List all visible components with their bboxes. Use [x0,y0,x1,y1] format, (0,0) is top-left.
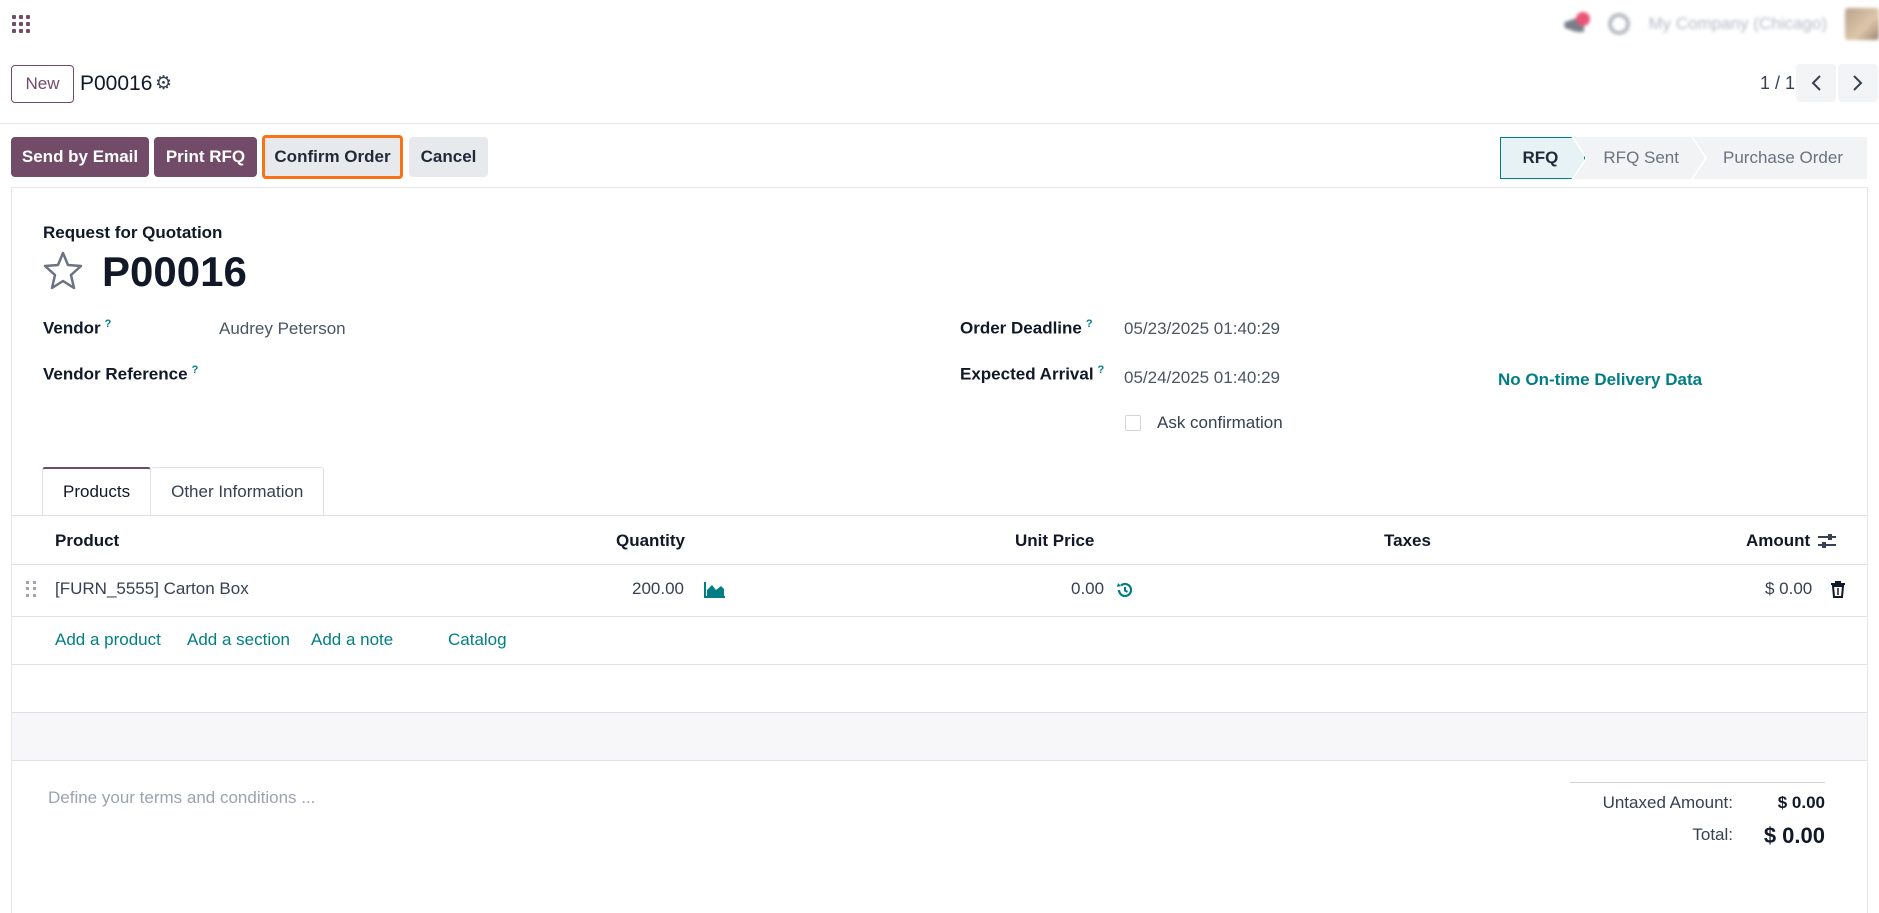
breadcrumb-record-name: P00016 [80,72,153,95]
help-tooltip-icon[interactable]: ? [192,364,199,376]
terms-and-conditions-field[interactable]: Define your terms and conditions ... [48,788,315,808]
form-sheet: Request for Quotation P00016 Vendor? Aud… [11,187,1868,913]
expected-arrival-field[interactable]: 05/24/2025 01:40:29 [1124,368,1280,388]
totals-summary: Untaxed Amount: $ 0.00 Total: $ 0.00 [1570,782,1825,848]
new-button[interactable]: New [11,65,74,103]
empty-row [12,713,1867,761]
stage-rfq[interactable]: RFQ [1500,137,1586,179]
help-tooltip-icon[interactable]: ? [105,318,112,330]
record-name: P00016 [102,248,247,295]
chevron-left-icon [1811,75,1821,91]
forecast-chart-icon[interactable] [704,581,726,599]
untaxed-amount-label: Untaxed Amount: [1602,793,1733,812]
control-panel: New P00016 ⚙ 1 / 1 [0,48,1879,124]
chevron-right-icon [1853,75,1863,91]
company-switcher[interactable]: My Company (Chicago) [1648,14,1827,34]
order-lines-table: Product Quantity Unit Price Taxes Amount… [12,515,1867,761]
ask-confirmation-checkbox[interactable] [1125,415,1141,431]
header-product[interactable]: Product [55,531,119,551]
untaxed-amount-value: $ 0.00 [1777,793,1825,812]
order-deadline-field[interactable]: 05/23/2025 01:40:29 [1124,319,1280,339]
cell-unit-price[interactable]: 0.00 [1071,579,1104,599]
user-avatar[interactable] [1845,8,1879,40]
top-navbar: My Company (Chicago) [0,0,1879,48]
cell-amount: $ 0.00 [1765,579,1813,598]
total-label: Total: [1692,825,1733,844]
print-rfq-button[interactable]: Print RFQ [154,137,257,177]
optional-columns-icon[interactable] [1817,532,1837,550]
untaxed-amount-row: Untaxed Amount: $ 0.00 [1570,783,1825,815]
vendor-reference-label: Vendor Reference? [43,364,199,384]
add-note-link[interactable]: Add a note [311,630,393,650]
header-unit-price[interactable]: Unit Price [1015,531,1094,551]
trash-icon[interactable] [1830,580,1846,598]
confirm-order-button[interactable]: Confirm Order [262,135,403,179]
price-history-icon[interactable] [1115,580,1135,600]
add-product-link[interactable]: Add a product [55,630,161,650]
status-stages: RFQ RFQ Sent Purchase Order [1500,137,1867,179]
add-line-row: Add a product Add a section Add a note C… [12,617,1867,665]
vendor-field[interactable]: Audrey Peterson [219,319,346,339]
pager-previous-button[interactable] [1796,64,1836,102]
table-row[interactable]: [FURN_5555] Carton Box 200.00 0.00 $ 0.0… [12,565,1867,617]
gear-icon[interactable]: ⚙ [155,74,175,94]
header-amount[interactable]: Amount [1746,531,1810,551]
cancel-button[interactable]: Cancel [409,137,488,177]
systray: My Company (Chicago) [1560,8,1879,40]
total-value: $ 0.00 [1763,823,1825,848]
notebook-tabs: Products Other Information [42,467,325,515]
activity-icon[interactable] [1608,13,1631,35]
header-quantity[interactable]: Quantity [616,531,685,551]
header-taxes[interactable]: Taxes [1384,531,1431,551]
ask-confirmation-label: Ask confirmation [1157,413,1283,432]
help-tooltip-icon[interactable]: ? [1086,318,1093,330]
pager-next-button[interactable] [1838,64,1878,102]
stage-rfq-sent[interactable]: RFQ Sent [1573,137,1705,179]
total-row: Total: $ 0.00 [1570,815,1825,848]
star-icon[interactable] [42,250,84,290]
apps-menu-icon[interactable] [12,15,30,33]
vendor-label: Vendor? [43,318,112,338]
pager-value[interactable]: 1 / 1 [1760,73,1795,94]
cell-product[interactable]: [FURN_5555] Carton Box [55,579,249,599]
empty-row [12,665,1867,713]
tab-other-information[interactable]: Other Information [151,467,325,515]
send-by-email-button[interactable]: Send by Email [11,137,149,177]
add-section-link[interactable]: Add a section [187,630,290,650]
statusbar: Send by Email Print RFQ Confirm Order Ca… [0,124,1879,186]
help-tooltip-icon[interactable]: ? [1098,364,1105,376]
drag-handle-icon[interactable] [26,581,36,597]
catalog-link[interactable]: Catalog [448,630,507,650]
order-deadline-label: Order Deadline? [960,318,1093,338]
document-type-label: Request for Quotation [43,223,223,242]
ontime-delivery-link[interactable]: No On-time Delivery Data [1498,370,1702,390]
megaphone-icon[interactable] [1560,12,1591,36]
table-header: Product Quantity Unit Price Taxes Amount [12,515,1867,565]
stage-purchase-order[interactable]: Purchase Order [1693,137,1867,179]
expected-arrival-label: Expected Arrival? [960,364,1105,384]
tab-products[interactable]: Products [42,467,152,515]
cell-quantity[interactable]: 200.00 [632,579,684,599]
